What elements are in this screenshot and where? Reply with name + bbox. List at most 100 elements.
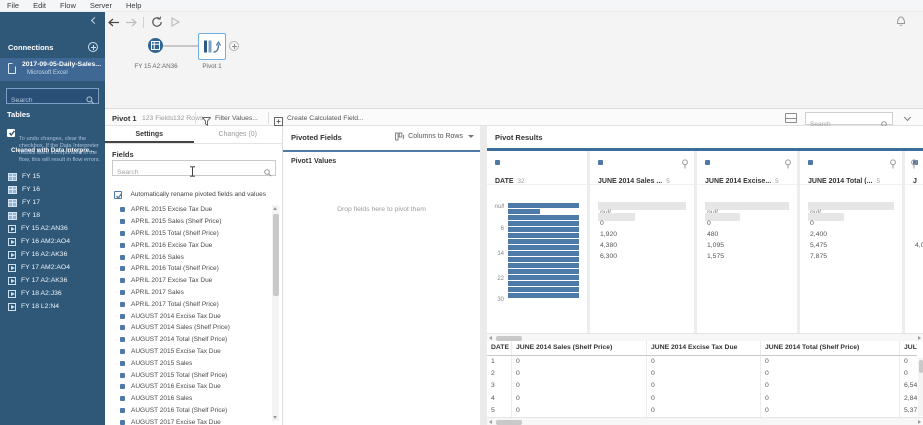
- grid-cell[interactable]: 0: [761, 380, 900, 392]
- value-row[interactable]: 0: [598, 212, 686, 223]
- profile-card[interactable]: JUNE 2014 Sales ...5null01,9204,3806,300: [590, 151, 694, 333]
- collapse-sidebar-icon[interactable]: [90, 17, 98, 25]
- histogram-bar[interactable]: [508, 257, 579, 262]
- histogram-bar[interactable]: [508, 287, 579, 292]
- collapse-pane-icon[interactable]: [903, 114, 911, 122]
- grid-cell[interactable]: 0: [900, 356, 917, 368]
- value-row[interactable]: null: [808, 201, 894, 212]
- field-item[interactable]: APRIL 2015 Excise Tax Due: [105, 204, 270, 216]
- menu-item-server[interactable]: Server: [83, 0, 119, 12]
- value-row[interactable]: 0: [808, 212, 894, 223]
- grid-cell[interactable]: 0: [647, 405, 761, 417]
- field-item[interactable]: AUGUST 2016 Total (Shelf Price): [105, 405, 270, 417]
- value-row[interactable]: 1,920: [598, 223, 686, 234]
- field-item[interactable]: APRIL 2017 Sales: [105, 287, 270, 299]
- back-icon[interactable]: [107, 15, 121, 29]
- histogram-bar[interactable]: [508, 209, 540, 214]
- grid-cell[interactable]: 0: [512, 368, 647, 380]
- notifications-bell-icon[interactable]: [895, 14, 907, 32]
- sidebar-table-item[interactable]: FY 16 AM2:AO4: [0, 235, 105, 248]
- menu-item-flow[interactable]: Flow: [53, 0, 83, 12]
- value-row[interactable]: 5,475: [808, 234, 894, 245]
- grid-cell[interactable]: 0: [761, 356, 900, 368]
- grid-cell[interactable]: 1: [487, 356, 512, 368]
- histogram-bar[interactable]: [508, 275, 579, 280]
- sidebar-table-item[interactable]: FY 18: [0, 209, 105, 222]
- histogram-bar[interactable]: [508, 227, 579, 232]
- tab-settings[interactable]: Settings: [105, 126, 194, 143]
- grid-cell[interactable]: 0: [900, 368, 917, 380]
- value-row[interactable]: 6,300: [598, 245, 686, 256]
- histogram-bar[interactable]: [508, 215, 579, 220]
- input-node[interactable]: [148, 38, 163, 53]
- grid-header-cell[interactable]: DATE: [487, 341, 512, 355]
- tab-changes[interactable]: Changes (0): [194, 126, 283, 143]
- field-item[interactable]: AUGUST 2014 Excise Tax Due: [105, 310, 270, 322]
- value-row[interactable]: 0: [705, 212, 789, 223]
- field-item[interactable]: AUGUST 2015 Total (Shelf Price): [105, 369, 270, 381]
- profile-card[interactable]: JUNE 2014 Total (...5null02,4005,4757,87…: [800, 151, 902, 333]
- grid-header-cell[interactable]: JULY 20: [900, 341, 917, 355]
- grid-header-cell[interactable]: JUNE 2014 Excise Tax Due: [647, 341, 761, 355]
- histogram-bar[interactable]: [508, 269, 579, 274]
- grid-cell[interactable]: 2,848: [900, 393, 917, 405]
- field-item[interactable]: AUGUST 2016 Excise Tax Due: [105, 381, 270, 393]
- histogram-bar[interactable]: [508, 221, 579, 226]
- value-row[interactable]: 4,000,: [913, 234, 915, 245]
- histogram-bar[interactable]: [508, 281, 579, 286]
- sidebar-table-item[interactable]: FY 16: [0, 183, 105, 196]
- add-step-icon[interactable]: [229, 41, 239, 51]
- grid-cell[interactable]: 2: [487, 368, 512, 380]
- grid-header-cell[interactable]: JUNE 2014 Sales (Shelf Price): [512, 341, 647, 355]
- value-row[interactable]: 1,095: [705, 234, 789, 245]
- histogram-bar[interactable]: [508, 233, 579, 238]
- value-row[interactable]: 7,875: [808, 245, 894, 256]
- field-item[interactable]: APRIL 2017 Excise Tax Due: [105, 275, 270, 287]
- view-options-icon[interactable]: [785, 113, 797, 123]
- field-item[interactable]: AUGUST 2016 Sales: [105, 393, 270, 405]
- tables-search-input[interactable]: [7, 94, 98, 108]
- value-row[interactable]: 1,575: [705, 245, 789, 256]
- field-item[interactable]: APRIL 2015 Total (Shelf Price): [105, 228, 270, 240]
- grid-cell[interactable]: 0: [647, 393, 761, 405]
- sidebar-table-item[interactable]: FY 17 AM2:AO4: [0, 261, 105, 274]
- field-item[interactable]: AUGUST 2015 Sales: [105, 357, 270, 369]
- value-row[interactable]: null: [705, 201, 789, 212]
- grid-horizontal-scrollbar[interactable]: [487, 417, 923, 425]
- grid-cell[interactable]: 3: [487, 380, 512, 392]
- value-row[interactable]: null: [598, 201, 686, 212]
- value-row[interactable]: 480: [705, 223, 789, 234]
- add-connection-icon[interactable]: [88, 42, 98, 52]
- sidebar-table-item[interactable]: FY 17 A2:AK36: [0, 274, 105, 287]
- profile-horizontal-scrollbar[interactable]: [487, 333, 923, 341]
- profile-card[interactable]: JUNE 2014 Excise...5null04801,0951,575: [697, 151, 797, 333]
- rename-checkbox[interactable]: [114, 191, 122, 199]
- grid-cell[interactable]: 0: [647, 368, 761, 380]
- field-item[interactable]: APRIL 2016 Total (Shelf Price): [105, 263, 270, 275]
- refresh-icon[interactable]: [150, 15, 164, 29]
- grid-cell[interactable]: 5,379: [900, 405, 917, 417]
- field-item[interactable]: APRIL 2017 Total (Shelf Price): [105, 298, 270, 310]
- sidebar-table-item[interactable]: FY 15 A2:AN36: [0, 222, 105, 235]
- sidebar-table-item[interactable]: FY 17: [0, 196, 105, 209]
- field-item[interactable]: AUGUST 2014 Total (Shelf Price): [105, 334, 270, 346]
- fields-scrollbar[interactable]: [272, 205, 279, 421]
- field-item[interactable]: APRIL 2015 Sales (Shelf Price): [105, 216, 270, 228]
- create-calculated-field-button[interactable]: Create Calculated Field...: [287, 115, 364, 122]
- value-row[interactable]: 4,380: [598, 234, 686, 245]
- field-item[interactable]: AUGUST 2014 Sales (Shelf Price): [105, 322, 270, 334]
- histogram-bar[interactable]: [508, 203, 579, 208]
- panel-splitter[interactable]: [480, 126, 487, 425]
- histogram-bar[interactable]: [508, 239, 579, 244]
- pivot-node-selected[interactable]: [198, 33, 226, 60]
- sidebar-table-item[interactable]: FY 18 A2:J36: [0, 287, 105, 300]
- field-item[interactable]: APRIL 2016 Sales: [105, 251, 270, 263]
- filter-values-button[interactable]: Filter Values...: [215, 115, 258, 122]
- grid-cell[interactable]: 5: [487, 405, 512, 417]
- flow-canvas[interactable]: FY 15 A2:AN36 Pivot 1: [105, 12, 923, 108]
- grid-cell[interactable]: 6,547: [900, 380, 917, 392]
- histogram-bar[interactable]: [508, 251, 579, 256]
- sidebar-table-item[interactable]: FY 15: [0, 170, 105, 183]
- field-item[interactable]: APRIL 2016 Excise Tax Due: [105, 239, 270, 251]
- value-row[interactable]: 2,400: [808, 223, 894, 234]
